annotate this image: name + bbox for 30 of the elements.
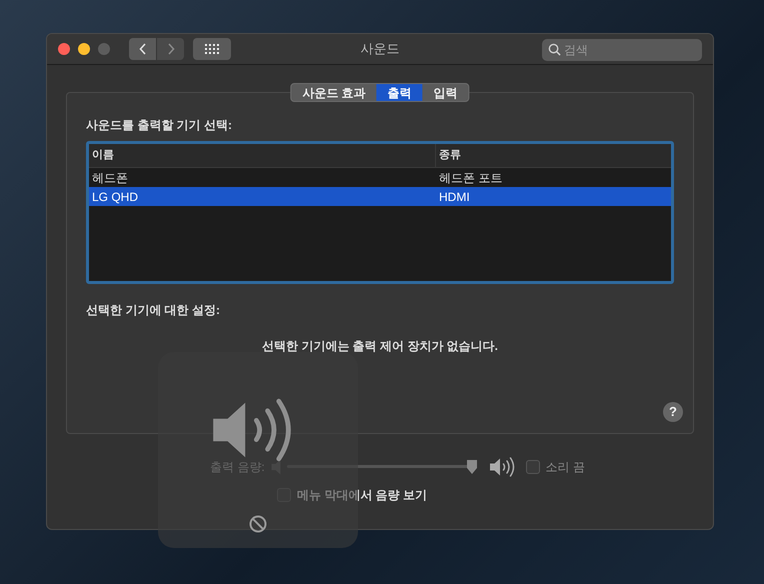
- table-cell-text: HDMI: [438, 188, 471, 206]
- table-row[interactable]: 헤드폰 헤드폰 포트: [89, 168, 671, 187]
- tab[interactable]: 출력: [376, 84, 423, 101]
- chevron-left-icon: [138, 43, 146, 55]
- grid-icon: [205, 44, 219, 54]
- device-table[interactable]: 이름 종류 헤드폰 헤드폰 포트 LG QHD HDMI: [86, 141, 674, 284]
- table-cell-text: 헤드폰 포트: [438, 170, 504, 186]
- mute-label: 소리 끔: [546, 459, 586, 476]
- column-header[interactable]: 종류: [436, 144, 671, 167]
- table-row[interactable]: LG QHD HDMI: [89, 187, 671, 206]
- forward-button[interactable]: [157, 38, 184, 60]
- help-button[interactable]: ?: [663, 402, 683, 422]
- minimize-button[interactable]: [78, 43, 90, 55]
- close-button[interactable]: [58, 43, 70, 55]
- show-all-button[interactable]: [193, 38, 231, 60]
- section-heading: 사운드를 출력할 기기 선택:: [86, 117, 233, 134]
- section-heading: 선택한 기기에 대한 설정:: [86, 302, 221, 319]
- chevron-right-icon: [166, 43, 174, 55]
- tab[interactable]: 입력: [422, 84, 469, 101]
- search-icon: [548, 43, 561, 56]
- back-button[interactable]: [129, 38, 156, 60]
- checkbox-label: 메뉴 막대에서 음량 보기: [297, 487, 428, 504]
- prohibited-icon: [249, 515, 267, 533]
- table-cell-text: LG QHD: [91, 188, 140, 206]
- column-header[interactable]: 이름: [89, 144, 436, 167]
- info-message: 선택한 기기에는 출력 제어 장치가 없습니다.: [262, 338, 498, 355]
- window-title: 사운드: [360, 40, 400, 58]
- tab[interactable]: 사운드 효과: [291, 84, 377, 101]
- search-field[interactable]: 검색: [542, 39, 702, 61]
- table-cell-text: 헤드폰: [91, 170, 129, 186]
